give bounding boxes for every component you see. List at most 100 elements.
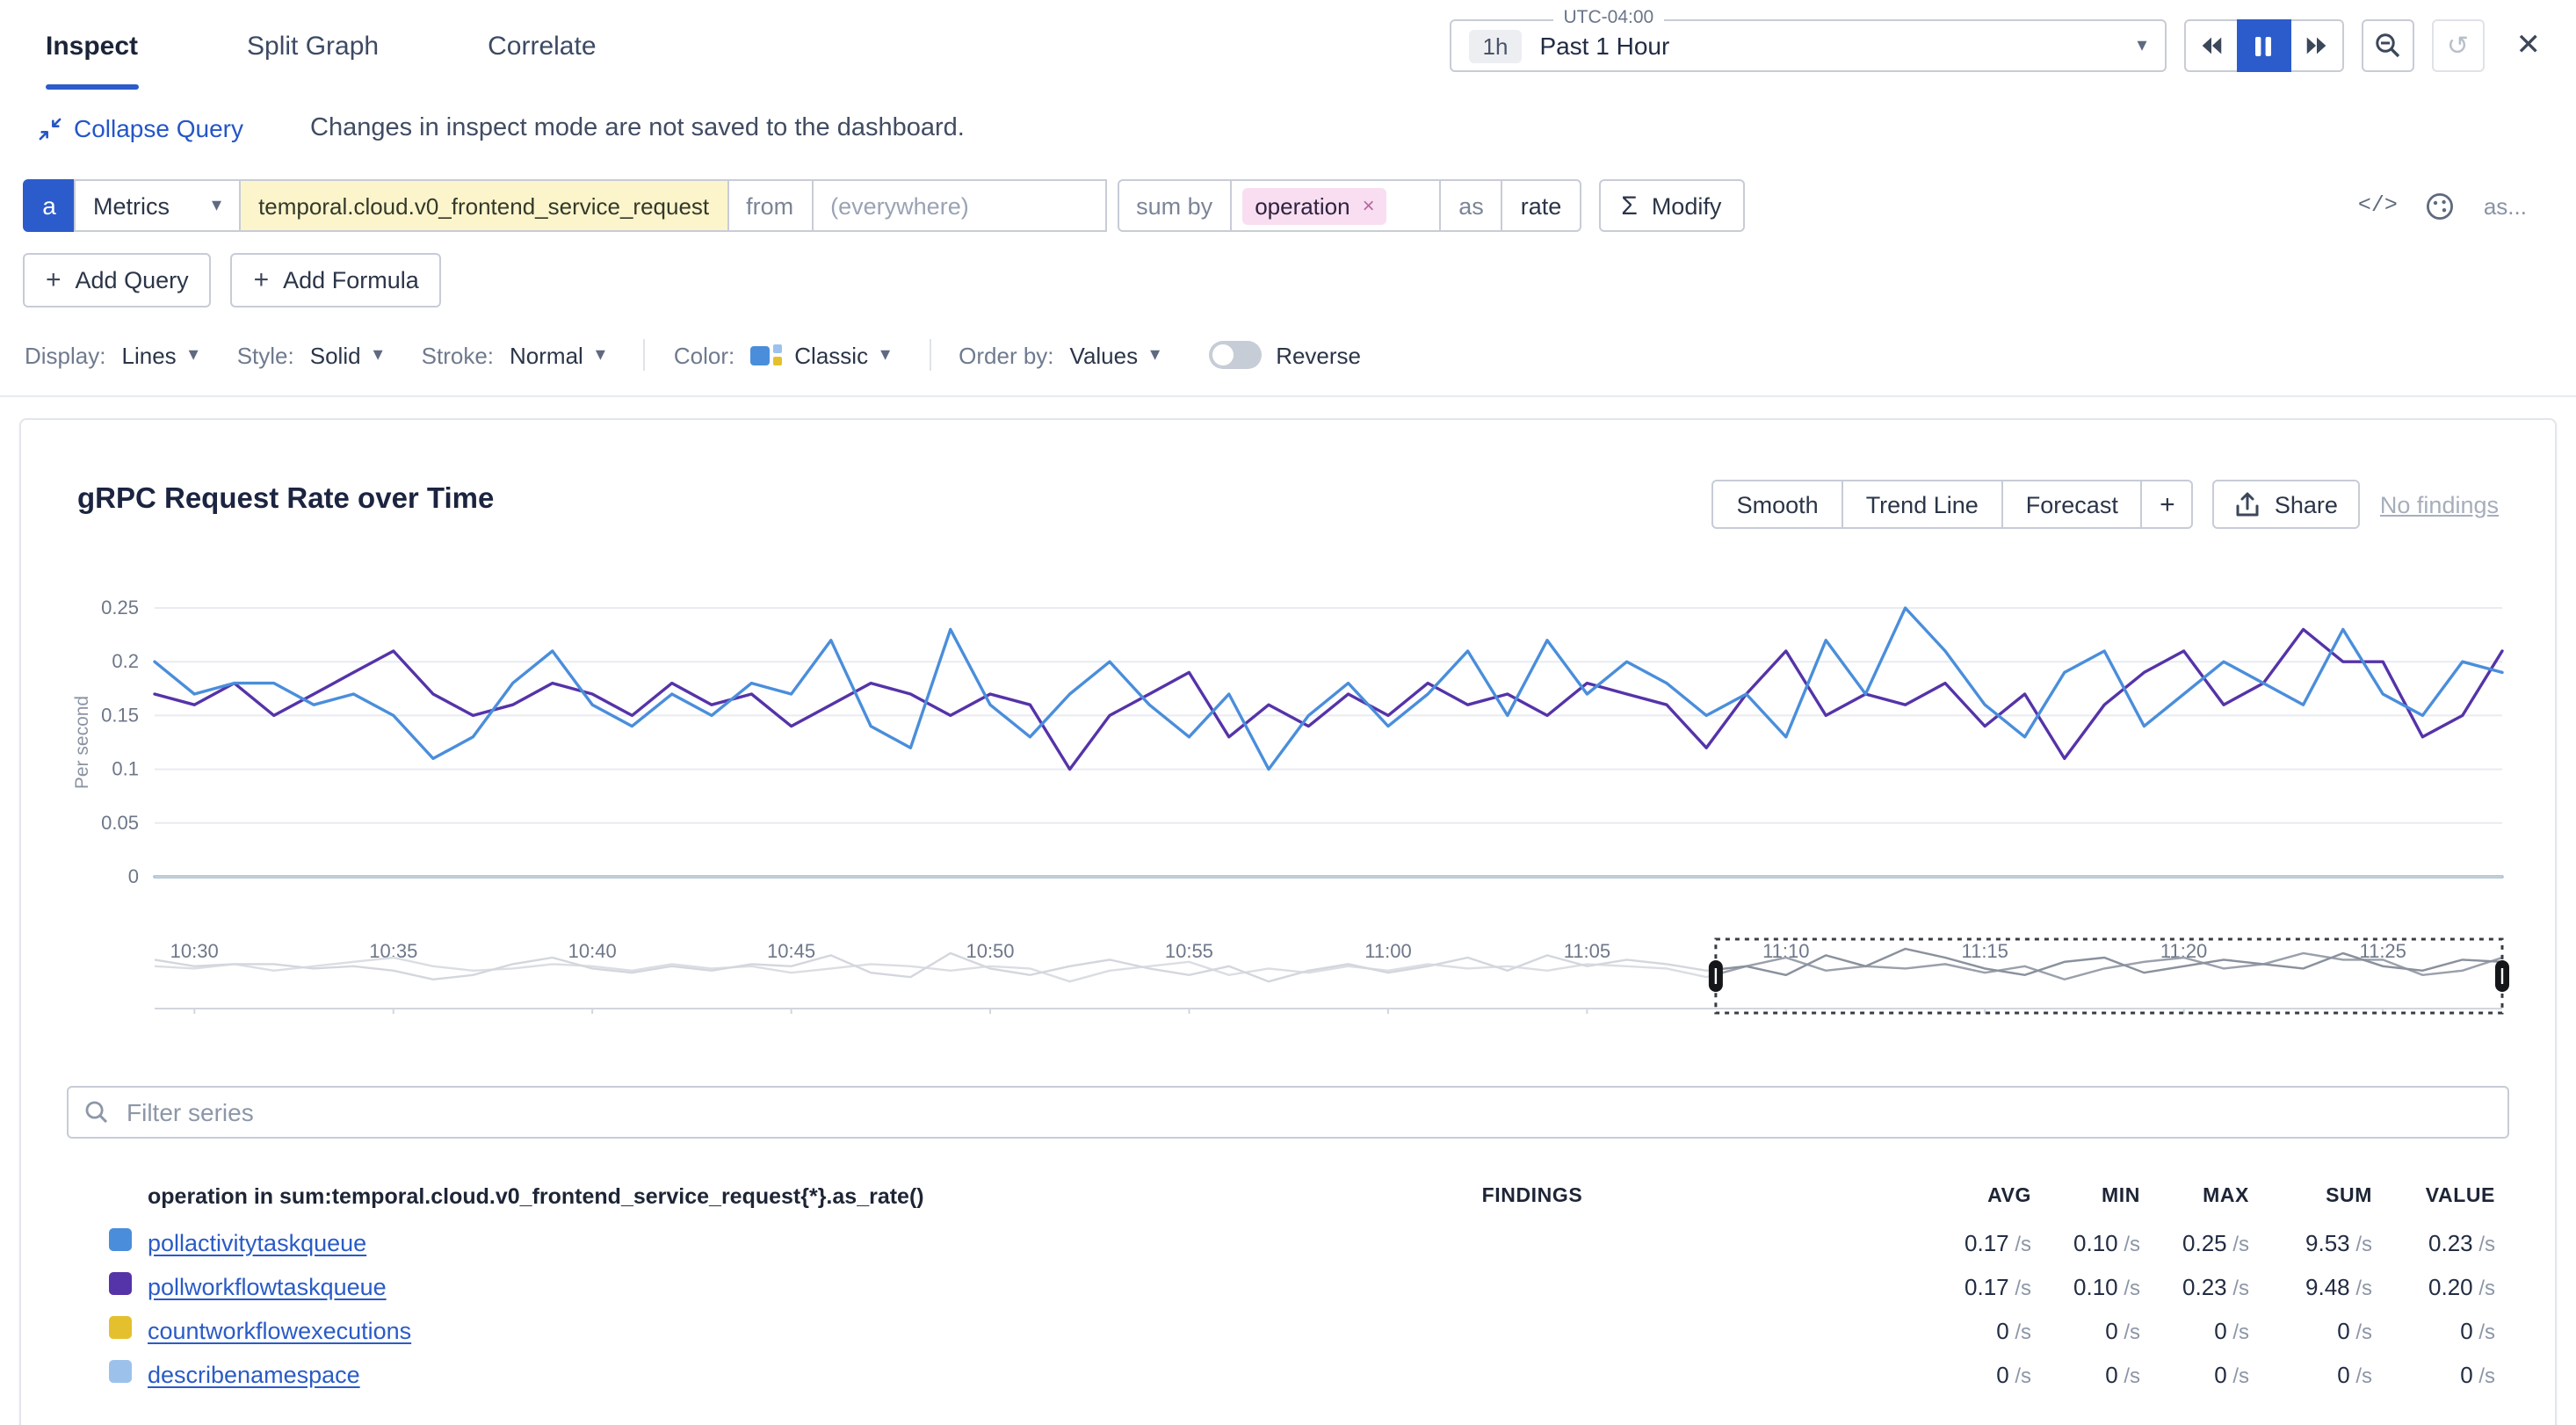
chart-toolbar: Smooth Trend Line Forecast + Share No fi…	[1712, 480, 2499, 529]
modify-button[interactable]: Σ Modify	[1598, 179, 1744, 232]
add-analysis-button[interactable]: +	[2141, 480, 2194, 529]
series-name-link[interactable]: pollactivitytaskqueue	[148, 1229, 366, 1255]
add-formula-button[interactable]: + Add Formula	[231, 253, 442, 307]
style-dropdown[interactable]: Solid▾	[310, 342, 383, 368]
order-by-dropdown[interactable]: Values▾	[1070, 342, 1161, 368]
svg-text:0.05: 0.05	[101, 812, 139, 834]
zoom-out-button[interactable]	[2362, 19, 2414, 72]
series-name-link[interactable]: countworkflowexecutions	[148, 1317, 411, 1343]
inspect-modal: Inspect Split Graph Correlate UTC-04:00 …	[0, 0, 2576, 1425]
display-options-bar: Display: Lines▾ Style: Solid▾ Stroke: No…	[25, 339, 2576, 371]
plus-icon: +	[2160, 489, 2175, 519]
mode-tabs: Inspect Split Graph Correlate	[46, 0, 597, 91]
analysis-buttons: Smooth Trend Line Forecast +	[1712, 480, 2194, 529]
series-name-cell[interactable]: describenamespace	[148, 1359, 1163, 1391]
palette-icon[interactable]	[2426, 191, 2456, 221]
collapse-icon	[39, 117, 62, 140]
metric-name-value: temporal.cloud.v0_frontend_service_reque…	[258, 192, 709, 219]
filter-series-input[interactable]	[123, 1096, 2492, 1128]
series-query-header: operation in sum:temporal.cloud.v0_front…	[148, 1184, 1163, 1209]
metric-name-field[interactable]: temporal.cloud.v0_frontend_service_reque…	[239, 179, 728, 232]
close-button[interactable]: ✕	[2516, 28, 2542, 63]
remove-tag-icon[interactable]: ×	[1363, 193, 1375, 218]
time-controls: UTC-04:00 1h Past 1 Hour ▾ ↺	[1450, 19, 2542, 72]
forecast-button[interactable]: Forecast	[2001, 480, 2143, 529]
collapse-query-link[interactable]: Collapse Query	[39, 114, 243, 142]
rate-selector[interactable]: rate	[1501, 179, 1581, 232]
group-by-field[interactable]: operation ×	[1230, 179, 1441, 232]
tab-correlate-label: Correlate	[488, 31, 596, 61]
undo-icon: ↺	[2447, 30, 2469, 61]
from-filter-input[interactable]: (everywhere)	[811, 179, 1106, 232]
share-label: Share	[2275, 491, 2338, 517]
skip-back-button[interactable]	[2184, 19, 2239, 72]
add-query-button[interactable]: + Add Query	[23, 253, 212, 307]
collapse-query-label: Collapse Query	[74, 114, 243, 142]
table-row[interactable]: describenamespace0 /s0 /s0 /s0 /s0 /s	[21, 1353, 2555, 1397]
table-row[interactable]: pollactivitytaskqueue 0.17 /s0.10 /s0.25 …	[21, 1221, 2555, 1265]
zoom-out-icon	[2374, 32, 2402, 60]
no-findings-link[interactable]: No findings	[2380, 491, 2499, 517]
series-name-cell[interactable]: pollworkflowtaskqueue	[148, 1271, 1163, 1303]
series-table: operation in sum:temporal.cloud.v0_front…	[21, 1172, 2555, 1397]
series-name-cell[interactable]: pollactivitytaskqueue	[148, 1227, 1163, 1259]
avg-cell: 0 /s	[1901, 1318, 2031, 1344]
column-max[interactable]: MAX	[2140, 1186, 2249, 1207]
inspect-mode-message: Changes in inspect mode are not saved to…	[310, 114, 965, 142]
chart-card: gRPC Request Rate over Time Smooth Trend…	[19, 418, 2557, 1425]
share-button[interactable]: Share	[2213, 480, 2361, 529]
close-icon: ✕	[2516, 28, 2542, 61]
as-more-label[interactable]: as...	[2484, 192, 2527, 219]
reverse-toggle[interactable]	[1209, 341, 1262, 369]
min-cell: 0.10 /s	[2031, 1230, 2140, 1256]
max-cell: 0.23 /s	[2140, 1274, 2249, 1300]
range-label: Past 1 Hour	[1539, 32, 1669, 60]
stroke-value: Normal	[510, 342, 583, 368]
code-view-icon[interactable]: </>	[2358, 193, 2398, 218]
tab-inspect[interactable]: Inspect	[46, 0, 138, 91]
palette-swatch-icon	[750, 344, 782, 365]
tab-correlate[interactable]: Correlate	[488, 0, 596, 91]
series-name-cell[interactable]: countworkflowexecutions	[148, 1315, 1163, 1347]
column-sum[interactable]: SUM	[2249, 1186, 2372, 1207]
trend-line-label: Trend Line	[1866, 491, 1979, 517]
color-dropdown[interactable]: Classic▾	[794, 342, 890, 368]
smooth-button[interactable]: Smooth	[1712, 480, 1843, 529]
chart-title: gRPC Request Rate over Time	[77, 483, 494, 517]
skip-back-icon	[2198, 33, 2225, 58]
column-avg[interactable]: AVG	[1901, 1186, 2031, 1207]
table-row[interactable]: pollworkflowtaskqueue0.17 /s0.10 /s0.23 …	[21, 1265, 2555, 1309]
trend-line-button[interactable]: Trend Line	[1842, 480, 2003, 529]
series-rows: pollactivitytaskqueue 0.17 /s0.10 /s0.25 …	[21, 1221, 2555, 1397]
minimap-scrubber[interactable]	[21, 937, 2558, 1017]
toggle-knob	[1212, 344, 1234, 365]
source-dropdown[interactable]: Metrics ▾	[74, 179, 241, 232]
max-cell: 0 /s	[2140, 1318, 2249, 1344]
group-by-tag[interactable]: operation ×	[1242, 187, 1386, 224]
time-range-picker[interactable]: UTC-04:00 1h Past 1 Hour ▾	[1450, 19, 2167, 72]
chevron-down-icon: ▾	[2137, 36, 2146, 55]
skip-forward-button[interactable]	[2290, 19, 2344, 72]
swatch-cell	[109, 1359, 148, 1391]
from-filter-placeholder: (everywhere)	[830, 192, 969, 219]
pause-button[interactable]	[2237, 19, 2291, 72]
timeseries-chart[interactable]: 00.050.10.150.20.2510:3010:3510:4010:451…	[21, 582, 2558, 972]
tab-split-graph[interactable]: Split Graph	[247, 0, 379, 91]
source-dropdown-label: Metrics	[93, 192, 170, 219]
reset-button[interactable]: ↺	[2432, 19, 2485, 72]
sum-cell: 0 /s	[2249, 1318, 2372, 1344]
divider	[929, 339, 930, 371]
range-badge: 1h	[1469, 29, 1523, 62]
table-row[interactable]: countworkflowexecutions0 /s0 /s0 /s0 /s0…	[21, 1309, 2555, 1353]
column-min[interactable]: MIN	[2031, 1186, 2140, 1207]
top-bar: Inspect Split Graph Correlate UTC-04:00 …	[0, 0, 2576, 91]
max-cell: 0.25 /s	[2140, 1230, 2249, 1256]
column-value[interactable]: VALUE	[2372, 1186, 2495, 1207]
display-dropdown[interactable]: Lines▾	[122, 342, 199, 368]
stroke-dropdown[interactable]: Normal▾	[510, 342, 605, 368]
series-name-link[interactable]: pollworkflowtaskqueue	[148, 1273, 387, 1299]
sum-cell: 9.48 /s	[2249, 1274, 2372, 1300]
query-extra-icons: </> as...	[2358, 179, 2541, 232]
avg-cell: 0.17 /s	[1901, 1230, 2031, 1256]
series-name-link[interactable]: describenamespace	[148, 1361, 360, 1387]
